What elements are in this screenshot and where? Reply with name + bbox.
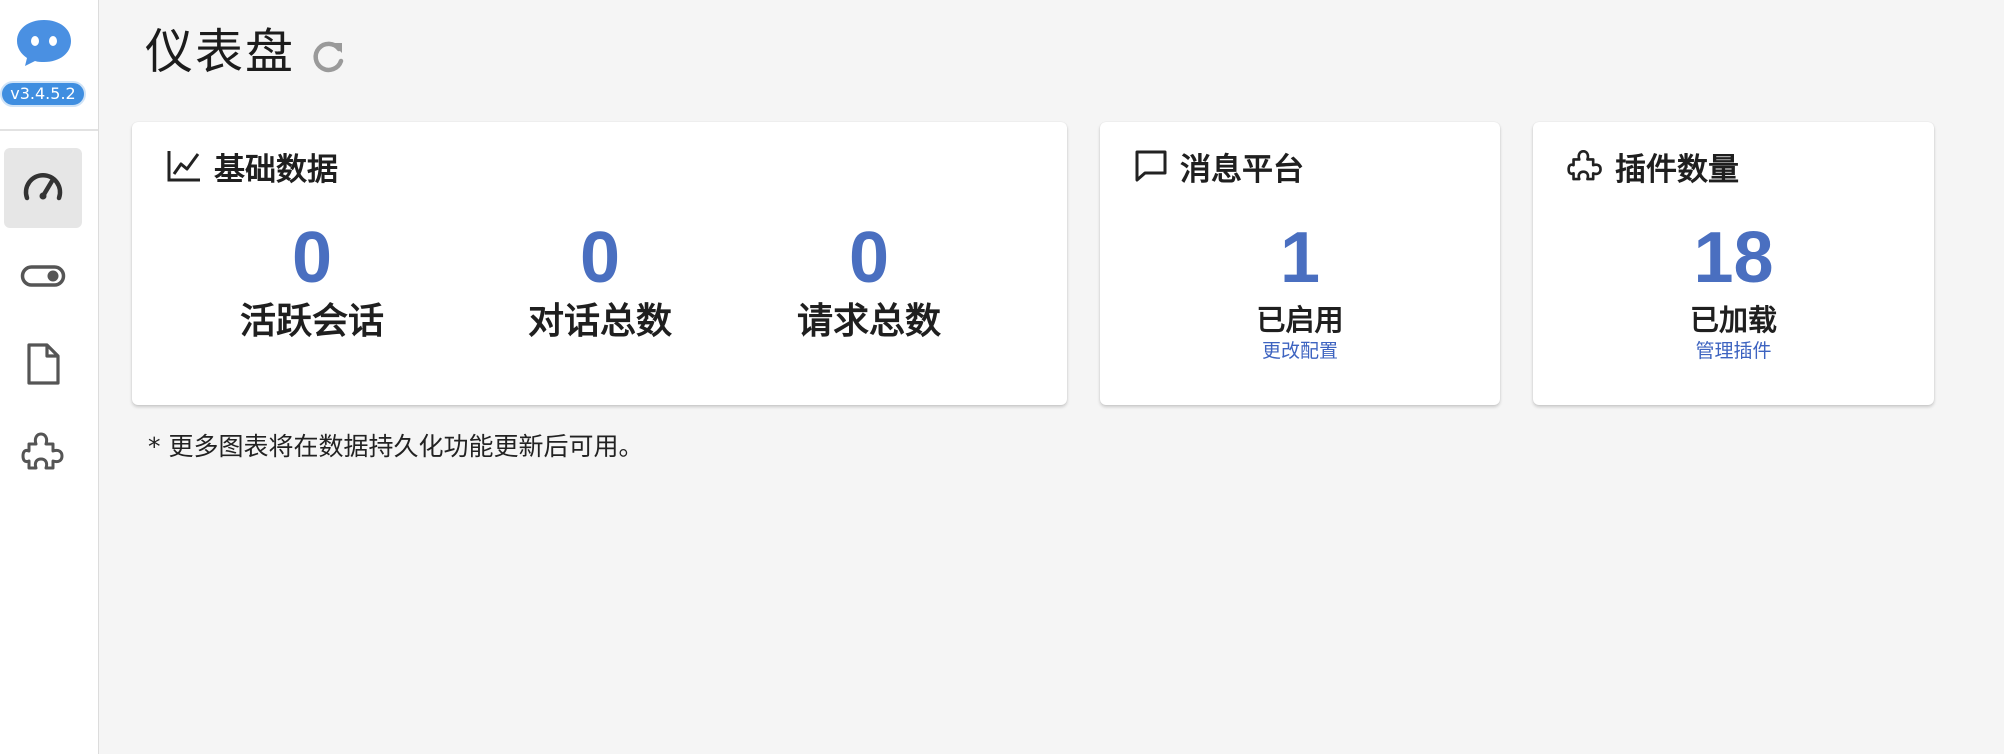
version-badge: v3.4.5.2 xyxy=(0,81,86,107)
total-requests-value: 0 xyxy=(848,218,890,298)
total-conversations-label: 对话总数 xyxy=(527,301,672,342)
sidebar-item-plugins[interactable] xyxy=(4,412,82,492)
footnote: * 更多图表将在数据持久化功能更新后可用。 xyxy=(148,432,644,461)
page-title: 仪表盘 xyxy=(145,24,296,80)
sidebar-item-dashboard[interactable] xyxy=(4,148,82,228)
active-sessions-label: 活跃会话 xyxy=(239,301,384,342)
change-config-link[interactable]: 更改配置 xyxy=(1100,338,1500,364)
total-requests-stat: 0 请求总数 xyxy=(719,218,1019,344)
chat-bot-logo-icon xyxy=(17,20,71,66)
message-platform-card: 消息平台 1 已启用 更改配置 xyxy=(1100,122,1500,405)
plugins-loaded-value: 18 xyxy=(1693,218,1774,298)
message-platform-card-header: 消息平台 xyxy=(1134,142,1304,190)
message-square-icon xyxy=(1135,150,1167,182)
total-conversations-stat: 0 对话总数 xyxy=(450,218,750,344)
total-conversations-value: 0 xyxy=(579,218,621,298)
plugins-loaded-stat: 18 已加载 管理插件 xyxy=(1533,218,1934,364)
platforms-enabled-label: 已启用 xyxy=(1256,303,1344,337)
toggle-switch-icon xyxy=(20,265,66,287)
message-platform-title: 消息平台 xyxy=(1180,151,1304,188)
platforms-enabled-stat: 1 已启用 更改配置 xyxy=(1100,218,1500,364)
sidebar: v3.4.5.2 xyxy=(0,0,99,754)
plugins-count-title: 插件数量 xyxy=(1615,151,1739,188)
document-icon xyxy=(27,343,60,385)
basic-data-card: 基础数据 0 活跃会话 0 对话总数 0 请求总数 xyxy=(132,122,1067,405)
sidebar-item-toggle[interactable] xyxy=(4,236,82,316)
plugins-count-card-header: 插件数量 xyxy=(1567,142,1739,190)
active-sessions-stat: 0 活跃会话 xyxy=(162,218,462,344)
sidebar-divider xyxy=(0,129,98,131)
plugins-count-card: 插件数量 18 已加载 管理插件 xyxy=(1533,122,1934,405)
logo-area: v3.4.5.2 xyxy=(0,0,98,128)
sidebar-item-document[interactable] xyxy=(4,324,82,404)
dashboard-gauge-icon xyxy=(23,173,63,201)
refresh-icon[interactable] xyxy=(306,35,350,79)
basic-data-card-header: 基础数据 xyxy=(166,142,338,190)
plugins-loaded-label: 已加载 xyxy=(1689,303,1777,337)
platforms-enabled-value: 1 xyxy=(1279,218,1321,298)
total-requests-label: 请求总数 xyxy=(796,301,941,342)
active-sessions-value: 0 xyxy=(291,218,333,298)
line-chart-icon xyxy=(167,151,200,182)
basic-data-title: 基础数据 xyxy=(214,151,338,188)
manage-plugins-link[interactable]: 管理插件 xyxy=(1533,338,1934,364)
puzzle-icon xyxy=(1567,149,1602,181)
puzzle-plugin-icon xyxy=(21,432,64,470)
